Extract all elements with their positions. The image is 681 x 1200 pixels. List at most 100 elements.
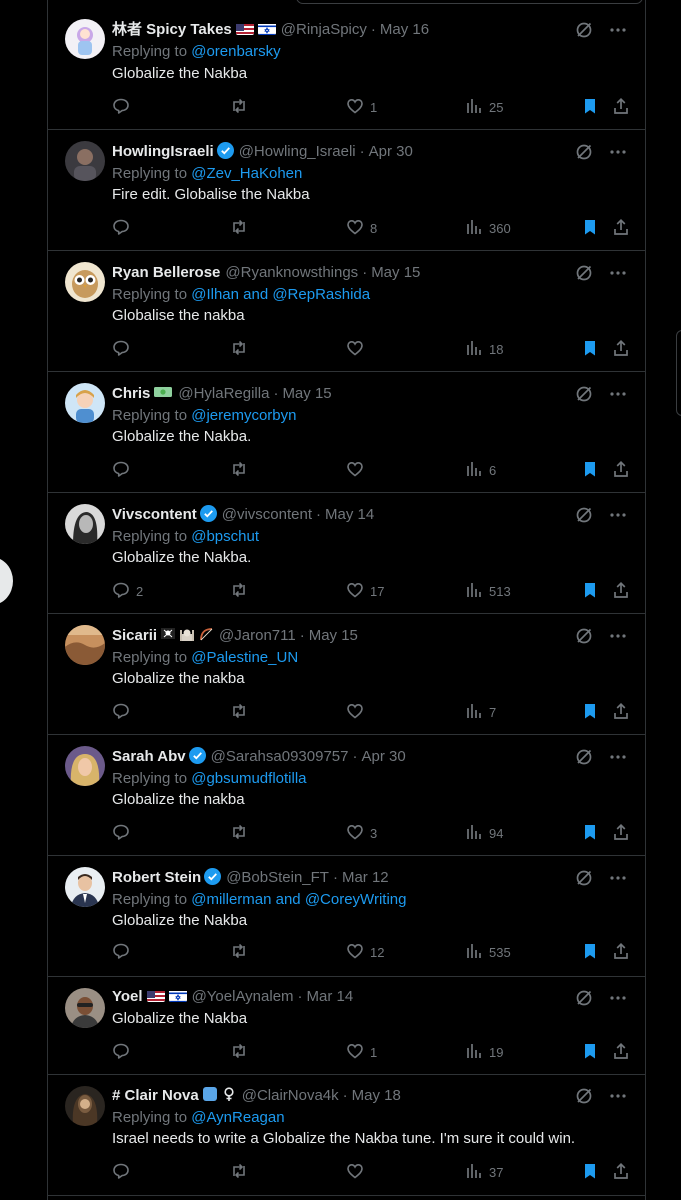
retweet-button[interactable]	[230, 218, 254, 238]
views-button[interactable]: 535	[465, 942, 511, 962]
tweet-date[interactable]: May 14	[325, 506, 374, 523]
views-button[interactable]: 37	[465, 1162, 503, 1182]
like-button[interactable]: 1	[346, 1042, 377, 1062]
tweet-date[interactable]: May 18	[352, 1087, 401, 1104]
bookmark-button[interactable]	[581, 339, 599, 359]
more-icon[interactable]	[609, 989, 627, 1007]
handle[interactable]: @Howling_Israeli	[239, 143, 356, 160]
reply-button[interactable]	[112, 823, 136, 843]
reply-to-link[interactable]: @gbsumudflotilla	[191, 770, 306, 787]
like-button[interactable]	[346, 1162, 370, 1182]
bookmark-button[interactable]	[581, 460, 599, 480]
avatar[interactable]	[65, 383, 105, 423]
side-floating-button[interactable]	[0, 557, 13, 605]
like-button[interactable]: 1	[346, 97, 377, 117]
display-name[interactable]: Ryan Bellerose	[112, 264, 220, 281]
handle[interactable]: @Ryanknowsthings	[225, 264, 358, 281]
reply-button[interactable]	[112, 339, 136, 359]
share-button[interactable]	[612, 460, 630, 480]
bookmark-button[interactable]	[581, 97, 599, 117]
avatar[interactable]	[65, 1086, 105, 1126]
views-button[interactable]: 360	[465, 218, 511, 238]
share-button[interactable]	[612, 581, 630, 601]
handle[interactable]: @HylaRegilla	[178, 385, 269, 402]
reply-to-link[interactable]: @jeremycorbyn	[191, 407, 296, 424]
retweet-button[interactable]	[230, 1042, 254, 1062]
like-button[interactable]: 12	[346, 942, 384, 962]
reply-button[interactable]	[112, 97, 136, 117]
reply-button[interactable]: 2	[112, 581, 143, 601]
reply-to-link[interactable]: @millerman and @CoreyWriting	[191, 891, 406, 908]
tweet-date[interactable]: Mar 12	[342, 869, 389, 886]
tweet[interactable]: Chris @HylaRegilla · May 15 Replying to @je…	[48, 371, 645, 493]
avatar[interactable]	[65, 141, 105, 181]
display-name[interactable]: Yoel	[112, 988, 143, 1005]
bookmark-button[interactable]	[581, 581, 599, 601]
reply-to-link[interactable]: @AynReagan	[191, 1109, 284, 1126]
more-icon[interactable]	[609, 21, 627, 39]
avatar[interactable]	[65, 19, 105, 59]
grok-icon[interactable]	[575, 264, 593, 282]
reply-button[interactable]	[112, 1042, 136, 1062]
tweet-date[interactable]: May 15	[309, 627, 358, 644]
share-button[interactable]	[612, 218, 630, 238]
retweet-button[interactable]	[230, 942, 254, 962]
bookmark-button[interactable]	[581, 1042, 599, 1062]
bookmark-button[interactable]	[581, 218, 599, 238]
views-button[interactable]: 513	[465, 581, 511, 601]
bookmark-button[interactable]	[581, 702, 599, 722]
share-button[interactable]	[612, 1162, 630, 1182]
tweet[interactable]: Robert Stein @BobStein_FT · Mar 12 Replying…	[48, 855, 645, 977]
more-icon[interactable]	[609, 869, 627, 887]
display-name[interactable]: # Clair Nova	[112, 1087, 199, 1104]
reply-button[interactable]	[112, 460, 136, 480]
retweet-button[interactable]	[230, 702, 254, 722]
avatar[interactable]	[65, 746, 105, 786]
tweet-date[interactable]: Apr 30	[369, 143, 413, 160]
views-button[interactable]: 25	[465, 97, 503, 117]
reply-to-link[interactable]: @Zev_HaKohen	[191, 165, 302, 182]
more-icon[interactable]	[609, 1087, 627, 1105]
display-name[interactable]: Sicarii	[112, 627, 157, 644]
display-name[interactable]: Robert Stein	[112, 869, 201, 886]
views-button[interactable]: 6	[465, 460, 496, 480]
more-icon[interactable]	[609, 748, 627, 766]
share-button[interactable]	[612, 702, 630, 722]
tweet[interactable]: Sarah Abv @Sarahsa09309757 · Apr 30 Replyin…	[48, 734, 645, 856]
bookmark-button[interactable]	[581, 823, 599, 843]
like-button[interactable]: 17	[346, 581, 384, 601]
retweet-button[interactable]	[230, 339, 254, 359]
display-name[interactable]: Chris	[112, 385, 150, 402]
views-button[interactable]: 19	[465, 1042, 503, 1062]
reply-button[interactable]	[112, 702, 136, 722]
avatar[interactable]	[65, 504, 105, 544]
display-name[interactable]: 林者 Spicy Takes	[112, 21, 232, 38]
bookmark-button[interactable]	[581, 1162, 599, 1182]
reply-button[interactable]	[112, 1162, 136, 1182]
bookmark-button[interactable]	[581, 942, 599, 962]
handle[interactable]: @YoelAynalem	[192, 988, 294, 1005]
tweet-date[interactable]: Apr 30	[361, 748, 405, 765]
retweet-button[interactable]	[230, 823, 254, 843]
share-button[interactable]	[612, 97, 630, 117]
grok-icon[interactable]	[575, 506, 593, 524]
tweet[interactable]: # Clair Nova @ClairNova4k · May 18 Replying…	[48, 1074, 645, 1196]
like-button[interactable]: 8	[346, 218, 377, 238]
reply-to-link[interactable]: @Palestine_UN	[191, 649, 298, 666]
reply-button[interactable]	[112, 218, 136, 238]
tweet-date[interactable]: May 15	[371, 264, 420, 281]
grok-icon[interactable]	[575, 21, 593, 39]
reply-to-link[interactable]: @orenbarsky	[191, 43, 280, 60]
reply-to-link[interactable]: @Ilhan and @RepRashida	[191, 286, 370, 303]
tweet[interactable]: Sicarii @Jaron711 · May 15 Replying to @Pal…	[48, 613, 645, 735]
grok-icon[interactable]	[575, 143, 593, 161]
tweet-date[interactable]: Mar 14	[307, 988, 354, 1005]
avatar[interactable]	[65, 988, 105, 1028]
tweet[interactable]: Vivscontent @vivscontent · May 14 Replying …	[48, 492, 645, 614]
avatar[interactable]	[65, 867, 105, 907]
share-button[interactable]	[612, 1042, 630, 1062]
grok-icon[interactable]	[575, 627, 593, 645]
tweet[interactable]: HowlingIsraeli @Howling_Israeli · Apr 30 Re…	[48, 129, 645, 251]
tweet-date[interactable]: May 15	[282, 385, 331, 402]
share-button[interactable]	[612, 942, 630, 962]
